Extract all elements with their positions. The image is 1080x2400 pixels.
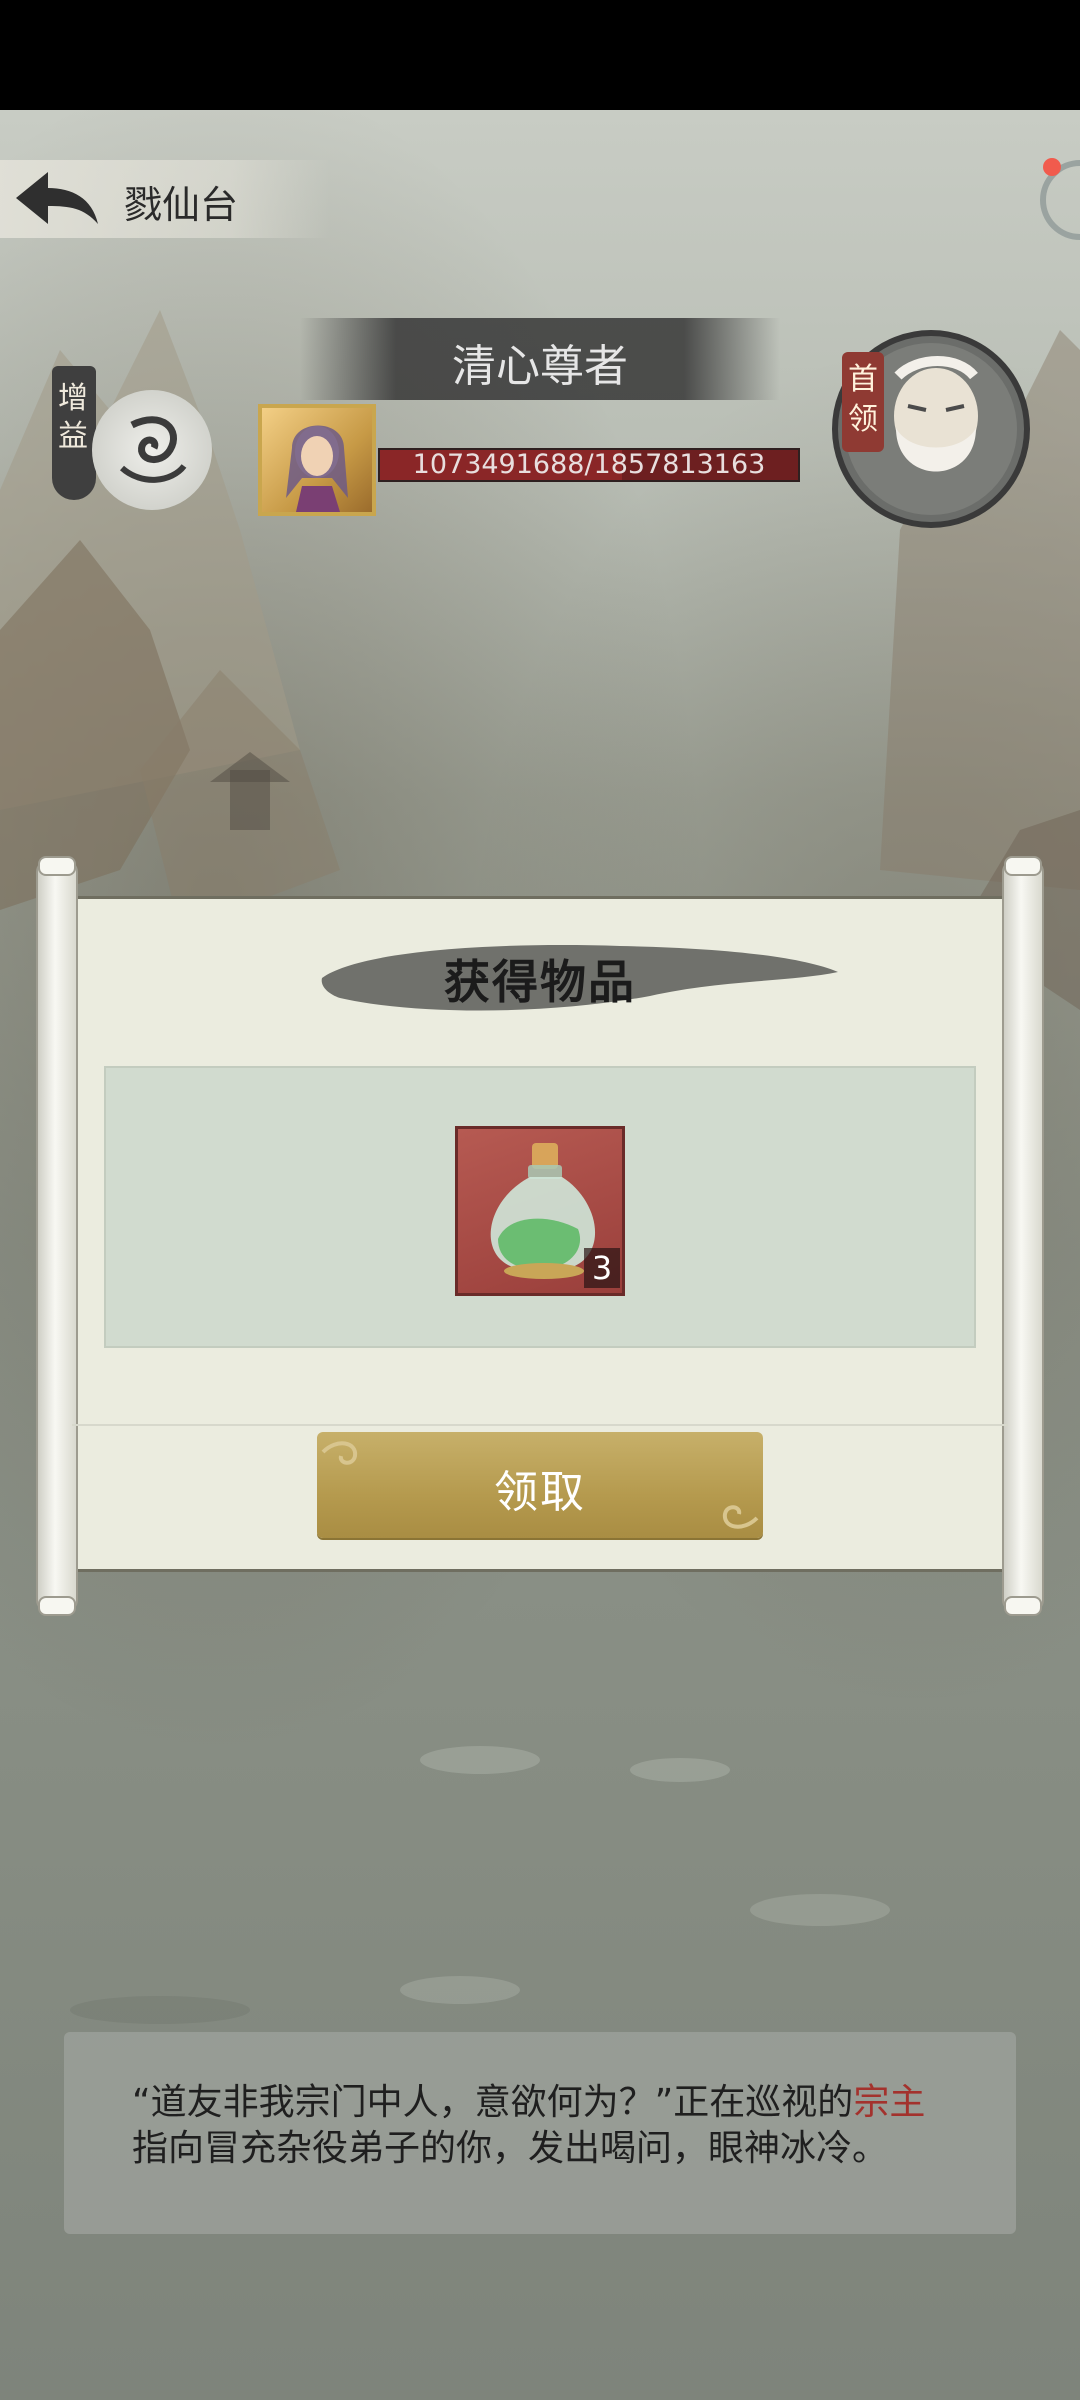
back-arrow-icon (16, 172, 98, 224)
roller-cap (1004, 856, 1042, 876)
roller-cap (38, 856, 76, 876)
narrative-text: “道友非我宗门中人，意欲何为？”正在巡视的宗主指向冒充杂役弟子的你，发出喝问，眼… (132, 2080, 932, 2172)
narrative-highlight: 宗主 (853, 2082, 926, 2123)
player-avatar[interactable] (258, 404, 376, 516)
item-count: 3 (584, 1248, 620, 1288)
scroll-roller-right (1002, 860, 1044, 1612)
boss-hp-text: 1073491688/1857813163 (412, 449, 766, 480)
leader-badge-label: 首领 (848, 362, 878, 437)
boost-button[interactable] (92, 390, 212, 510)
narrative-text-before: “道友非我宗门中人，意欲何为？”正在巡视的 (132, 2082, 854, 2123)
scroll-roller-left (36, 860, 78, 1612)
claim-button-label: 领取 (494, 1467, 586, 1518)
divider (72, 1424, 1008, 1426)
boost-label: 增益 (58, 381, 88, 454)
dialog-title: 获得物品 (444, 955, 636, 1009)
status-bar (0, 0, 1080, 110)
narrative-text-after: 指向冒充杂役弟子的你，发出喝问，眼神冰冷。 (132, 2128, 889, 2169)
roller-cap (1004, 1596, 1042, 1616)
boss-name: 清心尊者 (452, 341, 628, 392)
roller-cap (38, 1596, 76, 1616)
swirl-icon (119, 416, 187, 483)
page-title: 戮仙台 (124, 183, 239, 227)
avatar-portrait-icon (286, 425, 348, 512)
notification-dot (1043, 158, 1061, 176)
back-button[interactable] (12, 168, 102, 230)
